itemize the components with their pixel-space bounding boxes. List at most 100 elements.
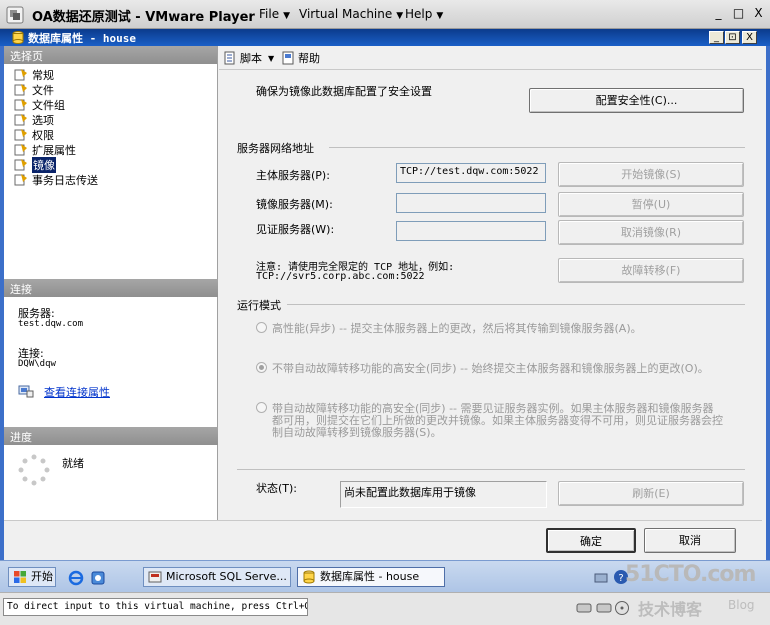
- page-extended-properties[interactable]: 扩展属性: [14, 142, 76, 157]
- watermark-site: 51CTO.com: [625, 562, 756, 587]
- security-note: 确保为镜像此数据库配置了安全设置: [256, 85, 432, 98]
- left-panel: 选择页 常规 文件 文件组 选项 权限 扩展属性 镜像 事务日志传送 连接 服务…: [4, 46, 218, 520]
- toolbar: 脚本 ▼ 帮助: [219, 46, 762, 70]
- vm-maximize-button[interactable]: □: [730, 6, 747, 22]
- page-permissions[interactable]: 权限: [14, 127, 54, 142]
- taskbar-item-label: Microsoft SQL Serve...: [166, 570, 287, 583]
- vm-close-button[interactable]: X: [750, 6, 767, 22]
- dialog-title: 数据库属性 - house: [28, 32, 136, 45]
- select-page-header: 选择页: [4, 46, 217, 64]
- connection-header: 连接: [4, 279, 218, 297]
- mode-auto-failover-line3: 制自动故障转移到镜像服务器(S)。: [272, 426, 442, 439]
- page-icon: [14, 69, 27, 81]
- script-dropdown-icon: ▼: [268, 53, 275, 63]
- page-icon: [14, 114, 27, 126]
- page-icon: [14, 99, 27, 111]
- pause-button[interactable]: 暂停(U): [558, 192, 744, 217]
- dialog-minimize-button[interactable]: _: [709, 31, 724, 44]
- vmware-window-title: OA数据还原测试 - VMware Player: [32, 10, 255, 25]
- mirror-server-label: 镜像服务器(M):: [256, 198, 333, 211]
- page-log-shipping[interactable]: 事务日志传送: [14, 172, 98, 187]
- page-icon: [14, 159, 27, 171]
- menu-file[interactable]: File ▼: [259, 7, 290, 21]
- status-value: 尚未配置此数据库用于镜像: [340, 481, 547, 508]
- watermark-blog: Blog: [728, 598, 755, 612]
- group-divider: [329, 147, 745, 148]
- windows-logo-icon: [14, 571, 26, 583]
- status-bar-text: To direct input to this virtual machine,…: [3, 598, 308, 616]
- status-divider: [237, 469, 745, 470]
- script-button[interactable]: 脚本 ▼: [223, 50, 274, 66]
- mirroring-page: 确保为镜像此数据库配置了安全设置 配置安全性(C)... 服务器网络地址 主体服…: [219, 71, 762, 520]
- dialog-restore-button[interactable]: ⊡: [725, 31, 740, 44]
- dialog-footer: 确定 取消: [4, 520, 762, 560]
- mode-high-safety-label: 不带自动故障转移功能的高安全(同步) -- 始终提交主体服务器和镜像服务器上的更…: [272, 362, 709, 375]
- cancel-button[interactable]: 取消: [644, 528, 736, 553]
- device-hdd-icon[interactable]: [576, 601, 592, 615]
- refresh-button[interactable]: 刷新(E): [558, 481, 744, 506]
- database-icon: [303, 570, 315, 584]
- menu-help[interactable]: Help ▼: [405, 7, 443, 21]
- page-label: 镜像: [32, 156, 56, 173]
- view-connection-properties-link[interactable]: 查看连接属性: [44, 384, 110, 400]
- menu-vm-dropdown-icon: ▼: [396, 11, 404, 21]
- mirror-server-field[interactable]: [396, 193, 546, 213]
- page-icon: [14, 144, 27, 156]
- page-label: 选项: [32, 113, 54, 127]
- database-icon: [12, 31, 24, 44]
- ie-icon[interactable]: [68, 570, 84, 586]
- page-options[interactable]: 选项: [14, 112, 54, 127]
- help-icon: [282, 51, 294, 65]
- address-example: TCP://svr5.corp.abc.com:5022: [256, 271, 425, 282]
- group-divider: [287, 304, 745, 305]
- progress-spinner-icon: [18, 454, 50, 486]
- device-cdrom-icon[interactable]: [614, 600, 630, 616]
- page-general[interactable]: 常规: [14, 67, 54, 82]
- progress-status: 就绪: [62, 457, 84, 470]
- menu-virtual-machine[interactable]: Virtual Machine ▼: [299, 7, 403, 21]
- device-network-icon[interactable]: [596, 601, 612, 615]
- start-label: 开始: [31, 570, 53, 583]
- page-label: 常规: [32, 68, 54, 82]
- configure-security-button[interactable]: 配置安全性(C)...: [529, 88, 744, 113]
- vmware-titlebar: OA数据还原测试 - VMware Player File ▼ Virtual M…: [0, 0, 770, 29]
- page-label: 扩展属性: [32, 143, 76, 157]
- page-icon: [14, 174, 27, 186]
- dialog-titlebar: 数据库属性 - house _ ⊡ X: [0, 29, 770, 46]
- radio-high-safety[interactable]: [256, 362, 267, 373]
- help-button[interactable]: 帮助: [281, 50, 320, 66]
- start-mirroring-button[interactable]: 开始镜像(S): [558, 162, 744, 187]
- start-button[interactable]: 开始: [8, 567, 56, 587]
- mode-high-performance-label: 高性能(异步) -- 提交主体服务器上的更改，然后将其传输到镜像服务器(A)。: [272, 322, 642, 335]
- taskbar-item-db-properties[interactable]: 数据库属性 - house: [297, 567, 445, 587]
- operating-mode-group-label: 运行模式: [237, 299, 281, 312]
- vm-minimize-button[interactable]: _: [710, 6, 727, 22]
- failover-button[interactable]: 故障转移(F): [558, 258, 744, 283]
- menu-file-dropdown-icon: ▼: [283, 11, 291, 21]
- witness-server-field[interactable]: [396, 221, 546, 241]
- vmware-logo-icon: [6, 6, 24, 24]
- server-value: test.dqw.com: [18, 319, 84, 329]
- taskbar-item-sql-server[interactable]: Microsoft SQL Serve...: [143, 567, 291, 587]
- show-desktop-icon[interactable]: [90, 570, 106, 586]
- principal-server-field[interactable]: TCP://test.dqw.com:5022: [396, 163, 546, 183]
- page-filegroups[interactable]: 文件组: [14, 97, 65, 112]
- ok-button[interactable]: 确定: [546, 528, 636, 553]
- page-icon: [14, 129, 27, 141]
- page-label: 权限: [32, 128, 54, 142]
- page-label: 文件: [32, 83, 54, 97]
- svg-text:?: ?: [618, 573, 623, 584]
- dialog-close-button[interactable]: X: [742, 31, 757, 44]
- tray-network-icon[interactable]: [593, 569, 609, 585]
- network-address-group-label: 服务器网络地址: [237, 142, 314, 155]
- page-icon: [14, 84, 27, 96]
- page-mirroring[interactable]: 镜像: [14, 156, 56, 173]
- radio-high-safety-auto-failover[interactable]: [256, 402, 267, 413]
- radio-high-performance[interactable]: [256, 322, 267, 333]
- taskbar-item-label: 数据库属性 - house: [320, 570, 420, 583]
- watermark-tagline: 技术博客: [638, 600, 703, 619]
- witness-server-label: 见证服务器(W):: [256, 223, 335, 236]
- remove-mirroring-button[interactable]: 取消镜像(R): [558, 220, 744, 245]
- page-files[interactable]: 文件: [14, 82, 54, 97]
- progress-header: 进度: [4, 427, 218, 445]
